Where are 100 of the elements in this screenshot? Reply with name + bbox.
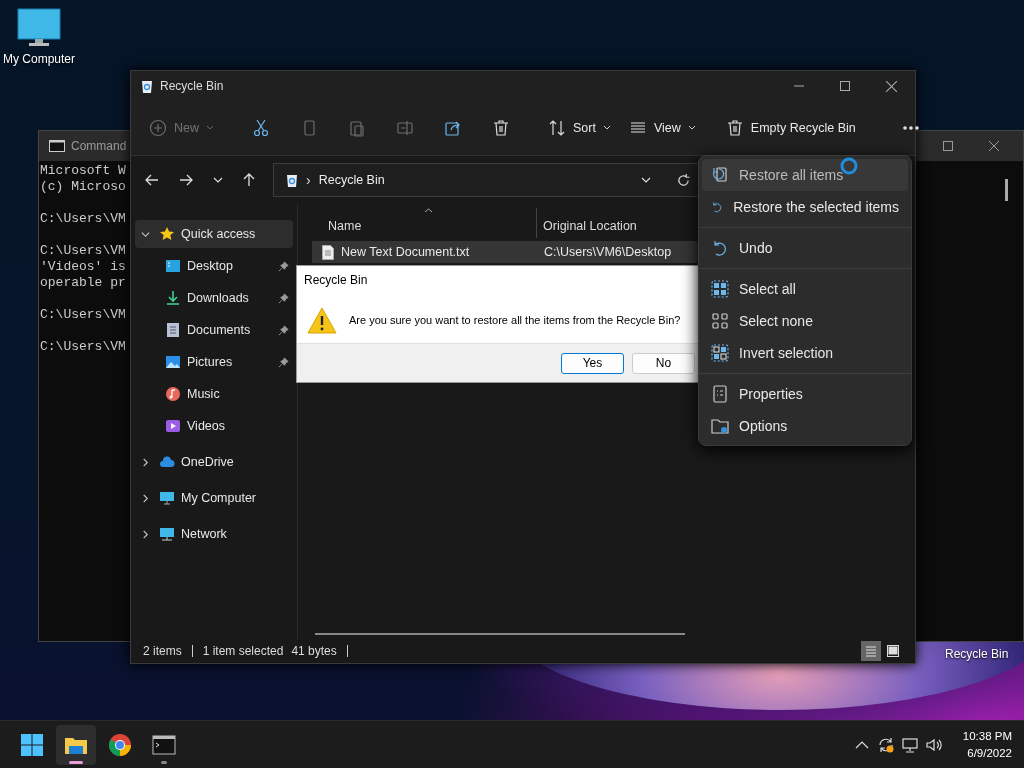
select-none-icon [711,312,729,330]
menu-item[interactable]: Invert selection [702,337,908,369]
nav-item[interactable]: Quick access [135,220,293,248]
desktop-icon [165,258,181,274]
paste-icon [348,119,366,137]
folder-gear-icon [711,417,729,435]
selection-info: 1 item selected [202,644,284,658]
chevron-down-icon[interactable] [141,229,150,239]
scrollbar-thumb[interactable] [315,633,685,635]
desktop-icon-label[interactable]: My Computer [3,52,75,66]
document-icon [165,322,181,338]
scissors-icon [252,119,270,137]
text-file-icon [322,244,334,260]
sort-icon [548,119,566,137]
chevron-down-icon[interactable] [213,177,223,183]
console-line: (c) Microso [40,179,126,195]
dialog-title: Recycle Bin [303,272,368,287]
menu-item[interactable]: Select none [702,305,908,337]
chevron-down-icon[interactable] [641,177,651,183]
close-icon[interactable] [886,80,897,92]
preview-icon [887,645,899,657]
recycle-bin-icon [141,79,153,93]
forward-arrow-icon[interactable] [179,174,193,186]
select-all-icon [711,280,729,298]
console-line: 'Videos' is [40,259,126,275]
trash-icon [725,119,744,137]
view-button[interactable]: View [620,113,704,143]
refresh-icon[interactable] [677,173,690,187]
console-line: operable pr [40,275,126,291]
video-icon [165,418,181,434]
rename-icon [396,119,414,137]
column-header[interactable]: Original Location [537,208,639,238]
dialog-button[interactable]: Yes [561,352,624,374]
nav-item[interactable]: My Computer [135,484,293,512]
terminal-icon [152,732,176,757]
nav-item[interactable]: Downloads [135,284,293,312]
console-line: C:\Users\VM [40,307,126,323]
restore-icon [711,166,729,184]
window-title: Command [71,139,127,153]
sort-caret-icon [424,208,433,213]
clock-time[interactable]: 10:38 PM [962,727,1012,745]
nav-item[interactable]: Documents [135,316,293,344]
menu-item[interactable]: Restore the selected items [702,191,908,223]
menu-item[interactable]: Options [702,410,908,442]
window-title: Recycle Bin [160,79,224,93]
nav-item[interactable]: Desktop [135,252,293,280]
more-icon [901,126,920,130]
sort-button[interactable]: Sort [540,113,619,143]
scrollbar-thumb[interactable] [1005,179,1008,201]
dialog-message: Are you sure you want to restore all the items from the Recycle Bin? [349,314,681,326]
monitor-icon[interactable] [17,8,61,48]
details-icon [865,645,877,657]
terminal-icon [49,140,65,152]
chevron-down-icon [206,125,214,131]
invert-selection-icon [711,344,729,362]
chevron-right-icon[interactable] [141,529,150,539]
desktop-icon-label[interactable]: Recycle Bin [945,647,1009,661]
picture-icon [165,354,181,370]
start-icon [20,732,44,757]
column-header[interactable]: Name [312,208,537,238]
trash-icon [492,119,510,137]
network-icon[interactable] [900,735,919,754]
close-icon[interactable] [989,141,999,151]
taskbar-app-button[interactable] [56,724,96,765]
menu-item[interactable]: Select all [702,273,908,305]
nav-item[interactable]: Network [135,520,293,548]
maximize-icon[interactable] [943,141,953,151]
plus-circle-icon [149,119,167,137]
monitor-icon [159,490,175,506]
breadcrumb-item[interactable]: Recycle Bin [318,173,385,187]
item-count: 2 items [143,644,182,658]
nav-item[interactable]: OneDrive [135,448,293,476]
up-arrow-icon[interactable] [243,173,255,187]
chevron-down-icon [687,125,696,131]
sync-icon[interactable] [876,735,895,754]
console-line: C:\Users\VM [40,211,126,227]
recycle-bin-icon [286,173,298,187]
download-icon [165,290,181,306]
undo-icon [711,239,729,257]
menu-item[interactable]: Properties [702,378,908,410]
file-name: New Text Document.txt [341,245,470,259]
music-icon [165,386,181,402]
chevron-down-icon [602,125,611,131]
console-line: Microsoft W [40,163,126,179]
menu-item[interactable]: Restore all items [702,159,908,191]
address-bar[interactable]: › Recycle Bin [273,163,701,197]
chevron-right-icon[interactable] [141,493,150,503]
console-line: C:\Users\VM [40,339,126,355]
nav-item[interactable]: Pictures [135,348,293,376]
dialog-button[interactable]: No [632,352,695,374]
star-icon [159,226,175,242]
nav-item[interactable]: Music [135,380,293,408]
clock-date[interactable]: 6/9/2022 [967,744,1012,762]
maximize-icon[interactable] [840,81,850,91]
share-icon [444,119,462,137]
nav-item[interactable]: Videos [135,412,293,440]
empty-button[interactable]: Empty Recycle Bin [719,113,864,143]
chevron-right-icon[interactable] [141,457,150,467]
properties-icon [711,385,729,403]
back-arrow-icon[interactable] [145,174,159,186]
